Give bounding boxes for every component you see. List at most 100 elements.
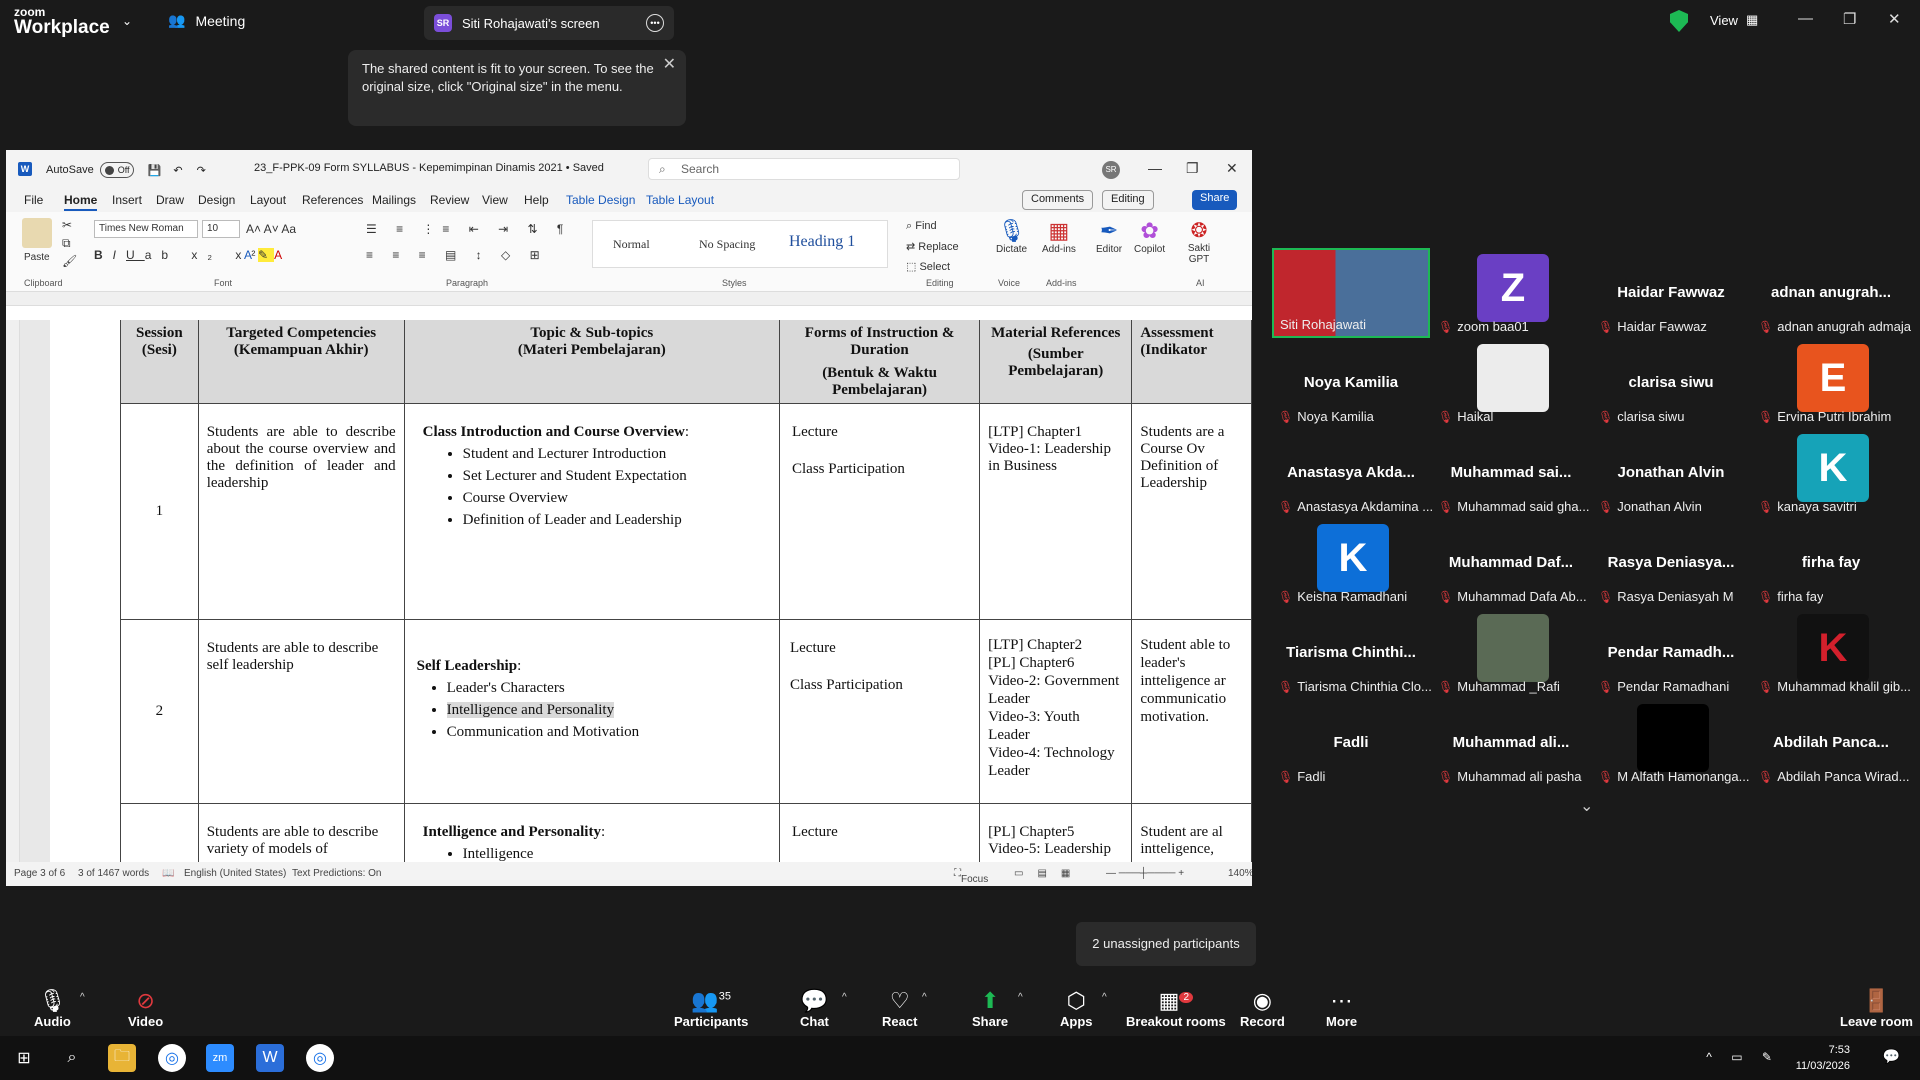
- tab-design[interactable]: Design: [198, 193, 235, 207]
- minimize-icon[interactable]: —: [1148, 160, 1162, 176]
- chrome-icon[interactable]: ◎: [158, 1044, 186, 1072]
- file-explorer-icon[interactable]: 🗀: [108, 1044, 136, 1072]
- sakti-gpt-button[interactable]: ❂ Sakti GPT: [1182, 218, 1216, 265]
- user-avatar[interactable]: SR: [1102, 161, 1120, 179]
- participant-tile[interactable]: Z 🎙 zoom baa01: [1432, 250, 1590, 338]
- syllabus-table[interactable]: Session (Sesi) Targeted Competencies (Kema…: [120, 320, 1252, 862]
- chevron-down-icon[interactable]: ⌄: [122, 14, 132, 28]
- view-button[interactable]: View ▦: [1710, 12, 1758, 28]
- style-heading-1[interactable]: Heading 1: [789, 233, 855, 251]
- tab-file[interactable]: File: [24, 193, 43, 207]
- font-name-select[interactable]: Times New Roman: [94, 220, 198, 238]
- restore-icon[interactable]: ❐: [1186, 160, 1199, 177]
- participant-tile[interactable]: Jonathan Alvin 🎙 Jonathan Alvin: [1592, 430, 1750, 518]
- participant-tile[interactable]: Tiarisma Chinthi... 🎙 Tiarisma Chinthia Cl…: [1272, 610, 1432, 698]
- more-options-icon[interactable]: •••: [646, 14, 664, 32]
- language[interactable]: English (United States): [184, 868, 286, 879]
- tab-table-design[interactable]: Table Design: [566, 193, 635, 207]
- replace-button[interactable]: ⇄ Replace: [906, 240, 959, 253]
- tab-insert[interactable]: Insert: [112, 193, 142, 207]
- chevron-up-icon[interactable]: ^: [842, 992, 847, 1003]
- align-buttons[interactable]: ≡ ≡ ≡ ▤ ↕ ◇ ⊞: [366, 248, 548, 262]
- search-icon[interactable]: ⌕: [58, 1044, 86, 1072]
- participant-tile[interactable]: Muhammad sai... 🎙 Muhammad said gha...: [1432, 430, 1590, 518]
- system-tray-icons[interactable]: ^ ▭ ✎: [1706, 1050, 1780, 1064]
- select-button[interactable]: ⬚ Select: [906, 260, 950, 273]
- participant-tile[interactable]: Muhammad Daf... 🎙 Muhammad Dafa Ab...: [1432, 520, 1590, 608]
- undo-icon[interactable]: ↶: [173, 164, 182, 177]
- video-button[interactable]: ⊘ Video: [128, 988, 163, 1029]
- notifications-icon[interactable]: 💬: [1883, 1048, 1900, 1065]
- unassigned-participants-tooltip[interactable]: 2 unassigned participants: [1076, 922, 1256, 966]
- chevron-up-icon[interactable]: ^: [922, 992, 927, 1003]
- cut-icon[interactable]: ✂: [62, 218, 72, 232]
- participant-tile[interactable]: E 🎙 Ervina Putri Ibrahim: [1752, 340, 1910, 428]
- editing-mode-button[interactable]: Editing: [1102, 190, 1154, 210]
- document-area[interactable]: Session (Sesi) Targeted Competencies (Kema…: [6, 320, 1252, 862]
- more-button[interactable]: ⋯ More: [1326, 988, 1357, 1029]
- table-row[interactable]: 2 Students are able to describe self lea…: [120, 619, 1252, 804]
- editor-button[interactable]: ✒ Editor: [1096, 218, 1122, 255]
- participant-tile[interactable]: 🎙 Muhammad _Rafi: [1432, 610, 1590, 698]
- share-button[interactable]: Share: [1192, 190, 1238, 210]
- participant-tile[interactable]: Fadli 🎙 Fadli: [1272, 700, 1430, 788]
- page-count[interactable]: Page 3 of 6: [14, 868, 65, 879]
- zoom-icon[interactable]: zm: [206, 1044, 234, 1072]
- tab-review[interactable]: Review: [430, 193, 469, 207]
- chevron-down-icon[interactable]: ⌄: [1580, 796, 1593, 816]
- audio-button[interactable]: 🎙 Audio: [34, 988, 71, 1029]
- chevron-up-icon[interactable]: ^: [1018, 992, 1023, 1003]
- chrome-icon[interactable]: ◎: [306, 1044, 334, 1072]
- record-button[interactable]: ◉ Record: [1240, 988, 1285, 1029]
- tab-mailings[interactable]: Mailings: [372, 193, 416, 207]
- paste-icon[interactable]: [22, 218, 52, 248]
- tab-table-layout[interactable]: Table Layout: [646, 193, 714, 207]
- font-color-buttons[interactable]: A✎A: [244, 248, 288, 262]
- proofing-icon[interactable]: 📖: [162, 868, 174, 879]
- tab-references[interactable]: References: [302, 193, 363, 207]
- participant-tile[interactable]: Anastasya Akda... 🎙 Anastasya Akdamina ...: [1272, 430, 1432, 518]
- close-icon[interactable]: ✕: [1226, 160, 1238, 177]
- addins-button[interactable]: ▦ Add-ins: [1042, 218, 1076, 255]
- apps-button[interactable]: ⬡ Apps: [1060, 988, 1093, 1029]
- font-size-select[interactable]: 10: [202, 220, 240, 238]
- breakout-rooms-button[interactable]: ▦ 2 Breakout rooms: [1126, 988, 1226, 1029]
- format-painter-icon[interactable]: 🖌: [62, 254, 77, 268]
- tab-help[interactable]: Help: [524, 193, 549, 207]
- participant-tile[interactable]: Noya Kamilia 🎙 Noya Kamilia: [1272, 340, 1430, 428]
- find-button[interactable]: ⌕ Find: [906, 220, 937, 233]
- participant-tile[interactable]: K 🎙 kanaya savitri: [1752, 430, 1910, 518]
- participant-tile[interactable]: Pendar Ramadh... 🎙 Pendar Ramadhani: [1592, 610, 1750, 698]
- vertical-ruler[interactable]: [6, 320, 20, 862]
- windows-start-icon[interactable]: ⊞: [10, 1044, 38, 1072]
- tab-home[interactable]: Home: [64, 193, 98, 211]
- zoom-logo[interactable]: zoom Workplace: [14, 6, 110, 37]
- participant-tile[interactable]: 🎙 Haikal: [1432, 340, 1590, 428]
- search-box[interactable]: ⌕ Search: [648, 158, 960, 180]
- view-mode-buttons[interactable]: ▭▤▦: [1014, 868, 1084, 879]
- chevron-up-icon[interactable]: ^: [80, 992, 85, 1003]
- zoom-slider[interactable]: — ───┼──── +: [1106, 868, 1184, 879]
- redo-icon[interactable]: ↷: [197, 164, 206, 177]
- participant-tile[interactable]: Rasya Deniasya... 🎙 Rasya Deniasyah M: [1592, 520, 1750, 608]
- tab-shared-screen[interactable]: SR Siti Rohajawati's screen •••: [424, 6, 674, 40]
- participant-tile[interactable]: Abdilah Panca... 🎙 Abdilah Panca Wirad...: [1752, 700, 1910, 788]
- style-no-spacing[interactable]: No Spacing: [699, 237, 755, 252]
- participant-tile[interactable]: clarisa siwu 🎙 clarisa siwu: [1592, 340, 1750, 428]
- participant-tile[interactable]: firha fay 🎙 firha fay: [1752, 520, 1910, 608]
- zoom-level[interactable]: 140%: [1228, 868, 1252, 879]
- list-buttons[interactable]: ☰ ≡ ⋮≡ ⇤ ⇥ ⇅ ¶: [366, 222, 571, 236]
- style-normal[interactable]: Normal: [613, 237, 650, 252]
- participant-tile[interactable]: Haidar Fawwaz 🎙 Haidar Fawwaz: [1592, 250, 1750, 338]
- table-row[interactable]: 1 Students are able to describe about th…: [120, 403, 1252, 620]
- leave-room-button[interactable]: 🚪 Leave room: [1840, 988, 1913, 1029]
- participant-tile[interactable]: K 🎙 Keisha Ramadhani: [1272, 520, 1430, 608]
- copilot-button[interactable]: ✿ Copilot: [1134, 218, 1165, 255]
- participant-tile[interactable]: adnan anugrah... 🎙 adnan anugrah admaja: [1752, 250, 1911, 338]
- encryption-shield-icon[interactable]: [1670, 10, 1688, 32]
- horizontal-ruler[interactable]: [6, 292, 1252, 306]
- comments-button[interactable]: Comments: [1022, 190, 1094, 210]
- react-button[interactable]: ♡ React: [882, 988, 917, 1029]
- clock[interactable]: 7:53 11/03/2026: [1796, 1042, 1850, 1074]
- tab-layout[interactable]: Layout: [250, 193, 286, 207]
